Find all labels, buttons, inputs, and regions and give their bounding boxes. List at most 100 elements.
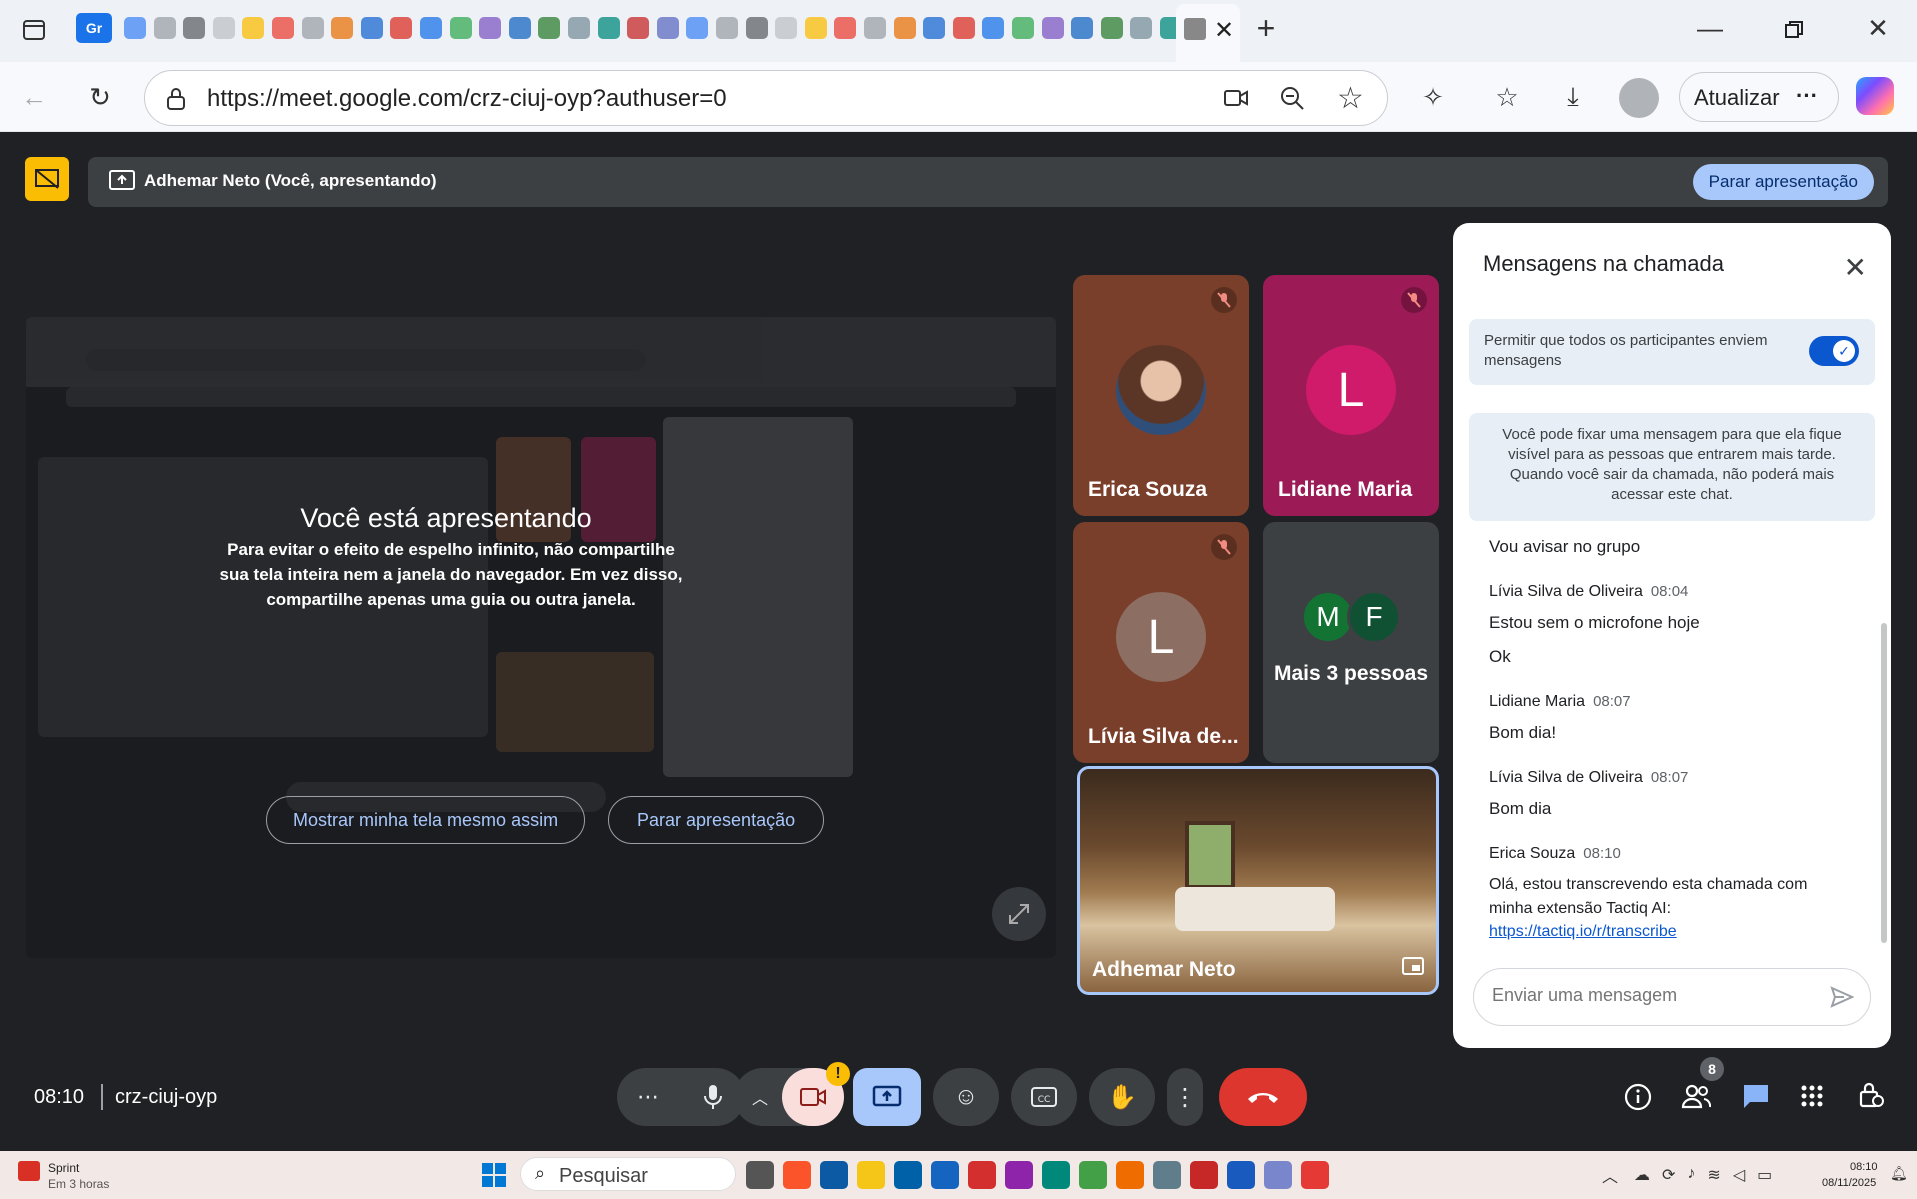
taskbar-app-icon[interactable] [1264, 1161, 1292, 1189]
tab-close-icon[interactable]: ✕ [1214, 16, 1234, 45]
tab-favicon[interactable] [301, 17, 324, 39]
tab-favicon[interactable] [331, 17, 354, 39]
more-options-button[interactable]: ⋮ [1167, 1068, 1203, 1126]
taskbar-app-icon[interactable] [1005, 1161, 1033, 1189]
chat-scrollbar[interactable] [1881, 623, 1887, 943]
send-icon[interactable] [1830, 986, 1855, 1013]
tab-favicon[interactable] [538, 17, 561, 39]
tab-favicon[interactable] [242, 17, 265, 39]
show-hidden-icons[interactable]: ︿ [1602, 1163, 1618, 1187]
taskbar-app-icon[interactable] [894, 1161, 922, 1189]
chat-icon[interactable] [1741, 1082, 1771, 1115]
tab-favicon[interactable] [153, 17, 176, 39]
notifications-bell-icon[interactable]: 🔔︎ [1890, 1165, 1908, 1182]
tab-favicon[interactable] [568, 17, 590, 39]
tab-favicon[interactable] [834, 17, 857, 39]
taskbar-app-icon[interactable] [1227, 1161, 1255, 1189]
update-button[interactable]: Atualizar ··· [1679, 72, 1839, 122]
tab-favicon[interactable] [272, 17, 294, 39]
camera-in-use-icon[interactable] [1223, 87, 1249, 114]
allow-messages-toggle[interactable]: ✓ [1809, 336, 1859, 366]
sync-icon[interactable]: ⟳ [1662, 1165, 1675, 1185]
taskbar-search[interactable]: ⌕ Pesquisar [520, 1157, 736, 1191]
more-audio-options-button[interactable]: ⋯ [617, 1068, 745, 1126]
tab-gr[interactable]: Gr [76, 13, 112, 43]
taskbar-app-icon[interactable] [1190, 1161, 1218, 1189]
close-icon[interactable]: ✕ [1844, 251, 1867, 284]
tile-lidiane-maria[interactable]: L Lidiane Maria [1263, 275, 1439, 516]
camera-button[interactable]: ! [782, 1062, 850, 1126]
taskbar-app-icon[interactable] [783, 1161, 811, 1189]
minimize-icon[interactable]: — [1690, 8, 1730, 48]
tab-favicon[interactable] [1100, 17, 1123, 39]
tab-favicon[interactable] [1012, 17, 1034, 39]
people-icon[interactable] [1681, 1083, 1712, 1114]
tab-favicon[interactable] [479, 17, 502, 39]
extensions-icon[interactable]: ✧ [1413, 77, 1453, 117]
leave-call-button[interactable] [1219, 1068, 1307, 1126]
zoom-icon[interactable] [1279, 85, 1305, 116]
url-field[interactable]: https://meet.google.com/crz-ciuj-oyp?aut… [144, 70, 1388, 126]
taskbar-app-icon[interactable] [1042, 1161, 1070, 1189]
volume-icon[interactable]: ◁ [1733, 1165, 1745, 1185]
tab-favicon[interactable] [775, 17, 798, 39]
restore-icon[interactable] [1774, 10, 1814, 50]
favorite-star-icon[interactable]: ☆ [1337, 81, 1364, 116]
notification-icon[interactable] [18, 1161, 40, 1181]
tab-favicon[interactable] [627, 17, 650, 39]
taskbar-app-icon[interactable] [931, 1161, 959, 1189]
tab-favicon[interactable] [716, 17, 738, 39]
clock-date[interactable]: 08/11/2025 [1822, 1177, 1876, 1189]
tile-erica-souza[interactable]: Erica Souza [1073, 275, 1249, 516]
stop-presenting-button[interactable]: Parar apresentação [608, 796, 825, 844]
more-menu-icon[interactable]: ··· [1796, 83, 1818, 109]
tab-favicon[interactable] [597, 17, 620, 39]
meeting-details-icon[interactable] [1624, 1083, 1652, 1116]
taskbar-app-icon[interactable] [968, 1161, 996, 1189]
favorites-icon[interactable]: ☆ [1487, 77, 1527, 117]
tab-favicon[interactable] [212, 17, 235, 39]
taskbar-app-icon[interactable] [1301, 1161, 1329, 1189]
tab-favicon[interactable] [449, 17, 472, 39]
tab-favicon[interactable] [893, 17, 916, 39]
tab-favicon[interactable] [1041, 17, 1064, 39]
captions-button[interactable]: CC [1011, 1068, 1077, 1126]
start-icon[interactable] [482, 1163, 506, 1192]
tab-favicon[interactable] [183, 17, 206, 39]
close-window-icon[interactable]: ✕ [1858, 8, 1898, 48]
transcribe-link[interactable]: https://tactiq.io/r/transcribe [1489, 923, 1829, 941]
tab-favicon[interactable] [124, 17, 146, 39]
tab-favicon[interactable] [804, 17, 827, 39]
back-icon[interactable]: ← [14, 77, 54, 117]
tab-favicon[interactable] [1071, 17, 1094, 39]
host-controls-icon[interactable] [1858, 1081, 1884, 1114]
site-info-icon[interactable] [165, 87, 187, 116]
stop-presenting-top-button[interactable]: Parar apresentação [1692, 164, 1874, 200]
tab-favicon[interactable] [745, 17, 768, 39]
onedrive-icon[interactable]: ☁ [1634, 1165, 1650, 1185]
battery-icon[interactable]: ▭ [1757, 1165, 1772, 1185]
raise-hand-button[interactable]: ✋ [1089, 1068, 1155, 1126]
mic-tray-icon[interactable]: ♪ [1687, 1165, 1695, 1185]
copilot-icon[interactable] [1856, 77, 1894, 115]
tile-adhemar-neto[interactable]: Adhemar Neto [1077, 766, 1439, 995]
tab-favicon[interactable] [686, 17, 709, 39]
tile-livia-silva[interactable]: L Lívia Silva de... [1073, 522, 1249, 763]
taskbar-app-icon[interactable] [1079, 1161, 1107, 1189]
profile-avatar[interactable] [1619, 78, 1659, 118]
expand-icon[interactable] [992, 887, 1046, 941]
active-tab[interactable]: ✕ [1176, 4, 1240, 62]
taskbar-app-icon[interactable] [746, 1161, 774, 1189]
tab-favicon[interactable] [982, 17, 1005, 39]
activities-icon[interactable] [1801, 1085, 1823, 1112]
taskbar-app-icon[interactable] [857, 1161, 885, 1189]
new-tab-icon[interactable]: + [1246, 8, 1286, 48]
reload-icon[interactable]: ↻ [80, 77, 120, 117]
pip-icon[interactable] [1402, 957, 1424, 980]
tab-favicon[interactable] [923, 17, 946, 39]
tab-actions-icon[interactable] [14, 10, 54, 50]
downloads-icon[interactable]: ⤓ [1553, 77, 1593, 117]
tab-favicon[interactable] [420, 17, 442, 39]
taskbar-app-icon[interactable] [1116, 1161, 1144, 1189]
tab-favicon[interactable] [1130, 17, 1153, 39]
